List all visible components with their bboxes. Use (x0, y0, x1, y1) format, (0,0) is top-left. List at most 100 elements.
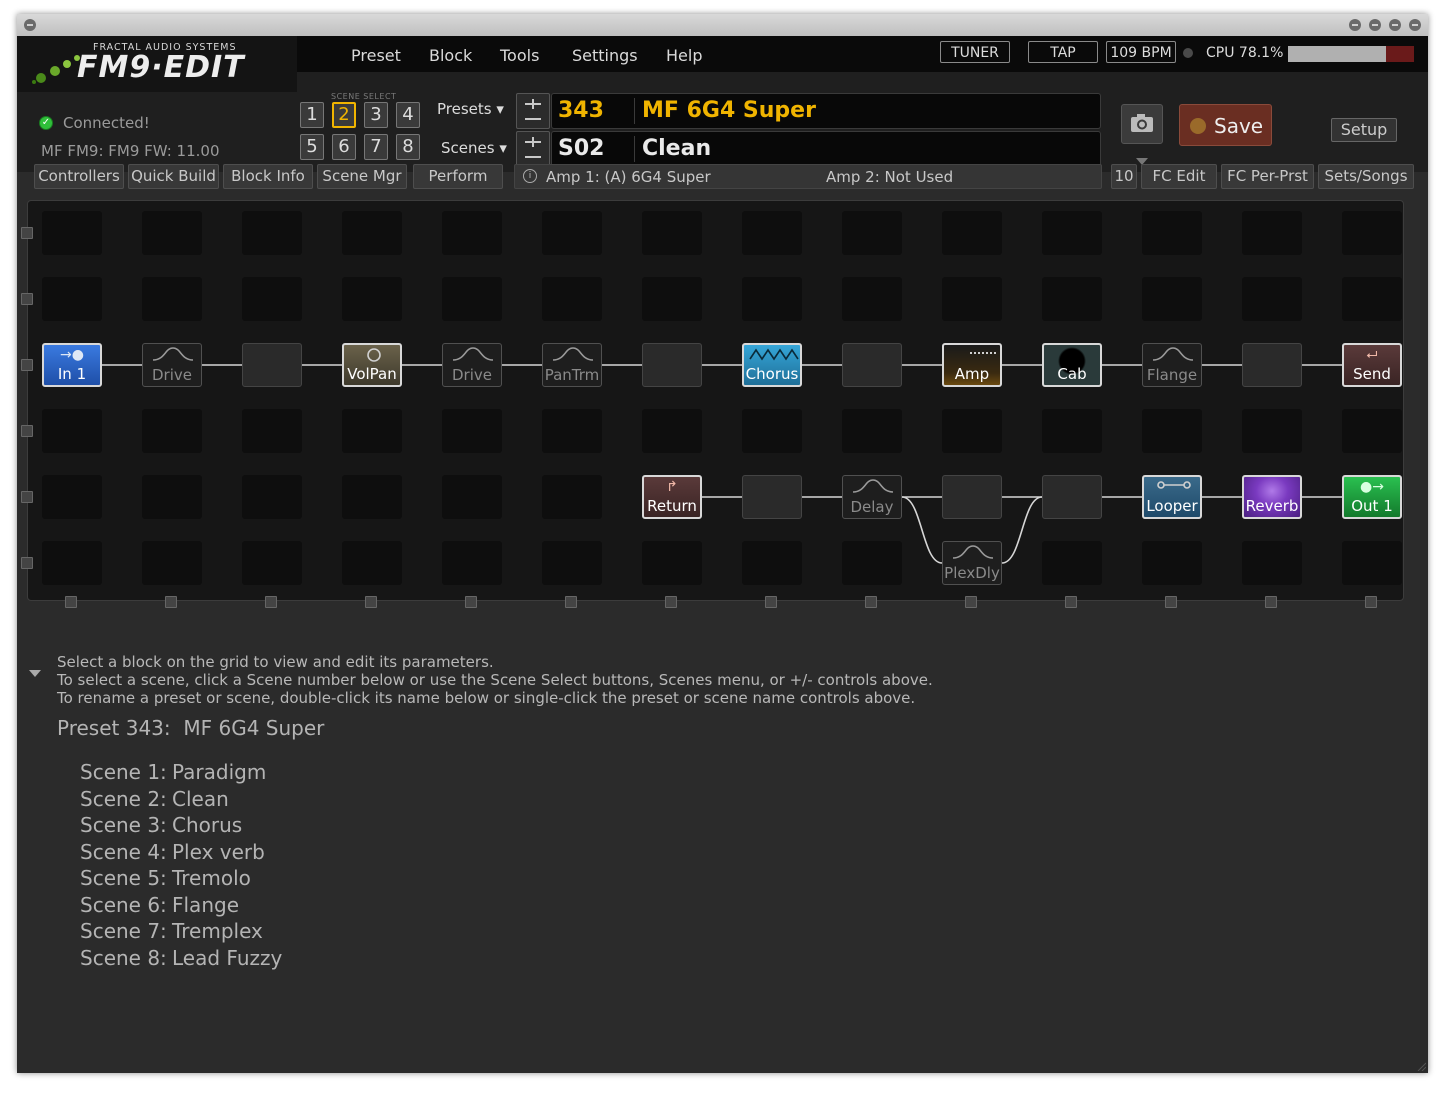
menu-tools[interactable]: Tools (500, 46, 539, 65)
column-handle[interactable] (1065, 596, 1077, 608)
grid-cell-empty[interactable] (1242, 211, 1302, 255)
grid-cell-empty[interactable] (242, 211, 302, 255)
minimize-icon[interactable] (1369, 19, 1381, 31)
grid-cell-empty[interactable] (1342, 409, 1402, 453)
column-handle[interactable] (765, 596, 777, 608)
block-return[interactable]: ↱ Return (642, 475, 702, 519)
grid-cell-empty[interactable] (142, 541, 202, 585)
column-handle[interactable] (565, 596, 577, 608)
collapse-icon[interactable] (29, 670, 41, 677)
scene-select-button-7[interactable]: 7 (364, 134, 388, 160)
scene-select-button-1[interactable]: 1 (300, 102, 324, 128)
block-drive1[interactable]: Drive (142, 343, 202, 387)
grid-cell-empty[interactable] (642, 409, 702, 453)
grid-cell-empty[interactable] (242, 409, 302, 453)
menu-settings[interactable]: Settings (572, 46, 638, 65)
grid-cell-empty[interactable] (1042, 541, 1102, 585)
scene-list-name[interactable]: Flange (172, 893, 239, 917)
scene-list-name[interactable]: Paradigm (172, 760, 266, 784)
grid-cell-empty[interactable] (1142, 541, 1202, 585)
grid-cell-empty[interactable] (442, 409, 502, 453)
scene-select-button-6[interactable]: 6 (332, 134, 356, 160)
controllers-button[interactable]: Controllers (34, 164, 124, 189)
grid-cell-empty[interactable] (542, 541, 602, 585)
grid-cell-empty[interactable] (642, 211, 702, 255)
grid-cell-empty[interactable] (542, 277, 602, 321)
grid-cell-empty[interactable] (842, 409, 902, 453)
grid-cell-empty[interactable] (342, 211, 402, 255)
info-icon[interactable]: i (523, 169, 537, 183)
tap-button[interactable]: TAP (1028, 41, 1098, 63)
block-amp[interactable]: Amp (942, 343, 1002, 387)
column-handle[interactable] (965, 596, 977, 608)
grid-cell-empty[interactable] (242, 277, 302, 321)
row-handle[interactable] (21, 425, 33, 437)
block-chorus[interactable]: Chorus (742, 343, 802, 387)
shunt-block[interactable] (742, 475, 802, 519)
column-handle[interactable] (1365, 596, 1377, 608)
row-handle[interactable] (21, 491, 33, 503)
column-handle[interactable] (165, 596, 177, 608)
block-pantrm[interactable]: PanTrm (542, 343, 602, 387)
fc-count-button[interactable]: 10 (1111, 164, 1137, 189)
block-plexdly[interactable]: PlexDly (942, 541, 1002, 585)
grid-cell-empty[interactable] (1042, 277, 1102, 321)
scene-select-button-8[interactable]: 8 (396, 134, 420, 160)
column-handle[interactable] (465, 596, 477, 608)
block-delay[interactable]: Delay (842, 475, 902, 519)
grid-cell-empty[interactable] (1242, 277, 1302, 321)
grid-cell-empty[interactable] (742, 277, 802, 321)
grid-cell-empty[interactable] (142, 211, 202, 255)
scene-list-name[interactable]: Chorus (172, 813, 242, 837)
scene-select-button-4[interactable]: 4 (396, 102, 420, 128)
scene-list-label[interactable]: Scene 1: (80, 760, 167, 784)
scene-list-label[interactable]: Scene 7: (80, 919, 167, 943)
grid-cell-empty[interactable] (342, 541, 402, 585)
scene-list-name[interactable]: Tremolo (172, 866, 251, 890)
block-reverb[interactable]: Reverb (1242, 475, 1302, 519)
column-handle[interactable] (265, 596, 277, 608)
grid-cell-empty[interactable] (142, 277, 202, 321)
minus-icon[interactable] (525, 156, 541, 158)
grid-cell-empty[interactable] (842, 277, 902, 321)
perform-button[interactable]: Perform (413, 164, 503, 189)
grid-cell-empty[interactable] (1342, 277, 1402, 321)
grid-cell-empty[interactable] (1142, 409, 1202, 453)
shunt-block[interactable] (1042, 475, 1102, 519)
scene-list-name[interactable]: Tremplex (172, 919, 263, 943)
scene-list-name[interactable]: Clean (172, 787, 229, 811)
preset-summary[interactable]: Preset 343: MF 6G4 Super (57, 716, 324, 740)
grid-cell-empty[interactable] (242, 475, 302, 519)
grid-cell-empty[interactable] (42, 541, 102, 585)
minimize-alt-icon[interactable] (1349, 19, 1361, 31)
grid-cell-empty[interactable] (1242, 541, 1302, 585)
grid-cell-empty[interactable] (542, 475, 602, 519)
scenes-dropdown[interactable]: Scenes ▾ (441, 139, 507, 157)
setup-button[interactable]: Setup (1331, 118, 1397, 142)
block-in1[interactable]: →● In 1 (42, 343, 102, 387)
shunt-block[interactable] (1242, 343, 1302, 387)
preset-stepper[interactable] (516, 93, 550, 129)
scene-list-label[interactable]: Scene 3: (80, 813, 167, 837)
save-button[interactable]: Save (1179, 104, 1272, 146)
shunt-block[interactable] (242, 343, 302, 387)
maximize-icon[interactable] (1389, 19, 1401, 31)
grid-cell-empty[interactable] (842, 541, 902, 585)
scene-list-label[interactable]: Scene 2: (80, 787, 167, 811)
grid-cell-empty[interactable] (1242, 409, 1302, 453)
block-send[interactable]: ⮠ Send (1342, 343, 1402, 387)
grid-cell-empty[interactable] (42, 409, 102, 453)
grid-cell-empty[interactable] (642, 541, 702, 585)
grid-cell-empty[interactable] (1042, 409, 1102, 453)
grid-cell-empty[interactable] (642, 277, 702, 321)
block-cab[interactable]: Cab (1042, 343, 1102, 387)
row-handle[interactable] (21, 557, 33, 569)
grid-cell-empty[interactable] (742, 211, 802, 255)
grid-cell-empty[interactable] (42, 211, 102, 255)
grid-cell-empty[interactable] (942, 409, 1002, 453)
grid-cell-empty[interactable] (1142, 277, 1202, 321)
preset-summary-name[interactable]: MF 6G4 Super (183, 716, 324, 740)
shunt-block[interactable] (642, 343, 702, 387)
grid-cell-empty[interactable] (242, 541, 302, 585)
scene-list-label[interactable]: Scene 6: (80, 893, 167, 917)
